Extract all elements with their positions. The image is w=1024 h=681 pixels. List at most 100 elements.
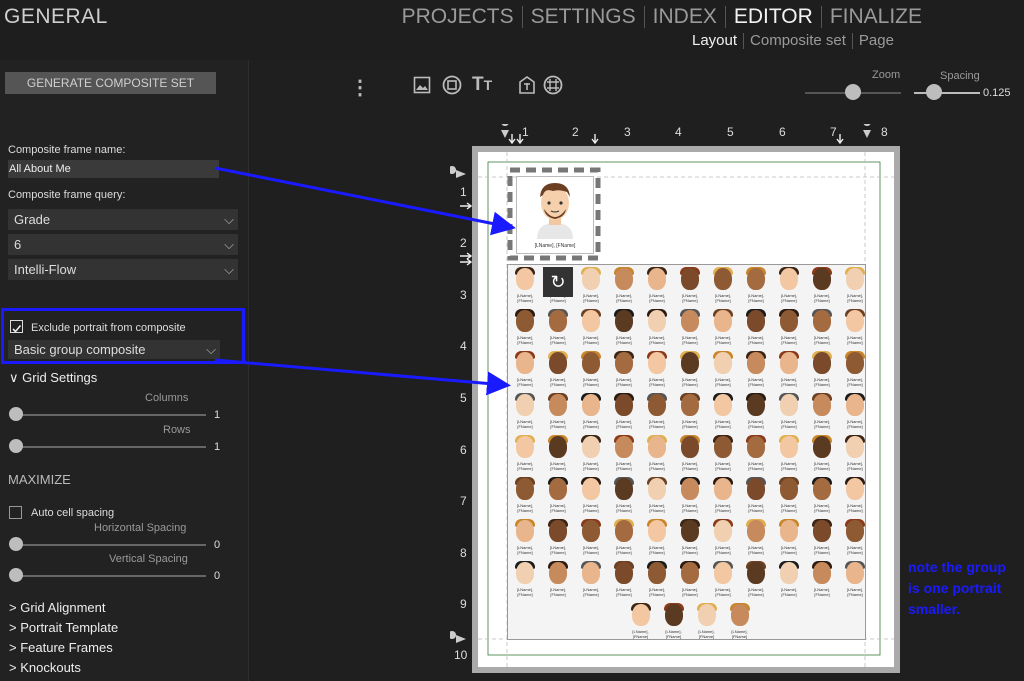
- portrait-cell[interactable]: [LName], [FName]: [840, 477, 870, 513]
- portrait-cell[interactable]: [LName], [FName]: [774, 519, 804, 555]
- portrait-cell[interactable]: [LName], [FName]: [609, 393, 639, 429]
- composite-type-select[interactable]: Basic group composite ⌵: [8, 340, 220, 359]
- subnav-page[interactable]: Page: [855, 32, 898, 49]
- portrait-cell[interactable]: [LName], [FName]: [725, 603, 755, 639]
- knockouts-toggle[interactable]: > Knockouts: [9, 660, 81, 675]
- grade-value-select[interactable]: 6 ⌵: [8, 234, 238, 255]
- portrait-cell[interactable]: [LName], [FName]: [708, 393, 738, 429]
- grade-select[interactable]: Grade ⌵: [8, 209, 238, 230]
- portrait-cell[interactable]: [LName], [FName]: [609, 477, 639, 513]
- portrait-cell[interactable]: [LName], [FName]: [741, 519, 771, 555]
- portrait-cell[interactable]: [LName], [FName]: [642, 351, 672, 387]
- portrait-cell[interactable]: [LName], [FName]: [774, 309, 804, 345]
- portrait-cell[interactable]: [LName], [FName]: [609, 351, 639, 387]
- portrait-cell[interactable]: [LName], [FName]: [840, 519, 870, 555]
- image-icon[interactable]: [413, 76, 431, 94]
- portrait-cell[interactable]: [LName], [FName]: [807, 309, 837, 345]
- portrait-cell[interactable]: [LName], [FName]: [609, 435, 639, 471]
- rows-slider[interactable]: [16, 446, 206, 448]
- portrait-cell[interactable]: [LName], [FName]: [741, 435, 771, 471]
- portrait-cell[interactable]: [LName], [FName]: [576, 267, 606, 303]
- nav-editor[interactable]: EDITOR: [730, 5, 817, 29]
- portrait-cell[interactable]: ↻ [LName], [FName]: [543, 267, 573, 303]
- portrait-cell[interactable]: [LName], [FName]: [708, 351, 738, 387]
- auto-cell-spacing-checkbox[interactable]: [9, 506, 22, 519]
- grid-icon[interactable]: [543, 75, 563, 95]
- portrait-cell[interactable]: [LName], [FName]: [576, 561, 606, 597]
- portrait-cell[interactable]: [LName], [FName]: [543, 393, 573, 429]
- portrait-cell[interactable]: [LName], [FName]: [741, 267, 771, 303]
- portrait-cell[interactable]: [LName], [FName]: [708, 519, 738, 555]
- portrait-cell[interactable]: [LName], [FName]: [675, 267, 705, 303]
- portrait-cell[interactable]: [LName], [FName]: [675, 393, 705, 429]
- portrait-cell[interactable]: [LName], [FName]: [840, 267, 870, 303]
- portrait-cell[interactable]: [LName], [FName]: [642, 519, 672, 555]
- portrait-cell[interactable]: [LName], [FName]: [807, 435, 837, 471]
- portrait-cell[interactable]: [LName], [FName]: [741, 351, 771, 387]
- exclude-portrait-checkbox[interactable]: [10, 320, 23, 333]
- portrait-cell[interactable]: [LName], [FName]: [708, 561, 738, 597]
- portrait-cell[interactable]: [LName], [FName]: [576, 435, 606, 471]
- zoom-slider-knob[interactable]: [845, 84, 861, 100]
- portrait-cell[interactable]: [LName], [FName]: [675, 309, 705, 345]
- portrait-cell[interactable]: [LName], [FName]: [741, 393, 771, 429]
- portrait-cell[interactable]: [LName], [FName]: [510, 519, 540, 555]
- portrait-cell[interactable]: [LName], [FName]: [510, 393, 540, 429]
- portrait-cell[interactable]: [LName], [FName]: [840, 393, 870, 429]
- flow-select[interactable]: Intelli-Flow ⌵: [8, 259, 238, 280]
- portrait-cell[interactable]: [LName], [FName]: [741, 561, 771, 597]
- portrait-cell[interactable]: [LName], [FName]: [807, 519, 837, 555]
- portrait-cell[interactable]: [LName], [FName]: [543, 519, 573, 555]
- portrait-cell[interactable]: [LName], [FName]: [840, 435, 870, 471]
- feature-portrait-frame[interactable]: [LName], [FName]: [507, 167, 601, 261]
- portrait-cell[interactable]: [LName], [FName]: [708, 477, 738, 513]
- portrait-cell[interactable]: [LName], [FName]: [659, 603, 689, 639]
- portrait-cell[interactable]: [LName], [FName]: [675, 561, 705, 597]
- columns-slider[interactable]: [16, 414, 206, 416]
- vertical-spacing-slider[interactable]: [16, 575, 206, 577]
- columns-slider-knob[interactable]: [9, 407, 23, 421]
- portrait-cell[interactable]: [LName], [FName]: [774, 477, 804, 513]
- portrait-cell[interactable]: [LName], [FName]: [774, 351, 804, 387]
- portrait-cell[interactable]: [LName], [FName]: [840, 561, 870, 597]
- portrait-cell[interactable]: [LName], [FName]: [510, 477, 540, 513]
- rows-slider-knob[interactable]: [9, 439, 23, 453]
- horizontal-spacing-slider[interactable]: [16, 544, 206, 546]
- portrait-cell[interactable]: [LName], [FName]: [774, 267, 804, 303]
- portrait-cell[interactable]: [LName], [FName]: [642, 309, 672, 345]
- horizontal-spacing-knob[interactable]: [9, 537, 23, 551]
- portrait-cell[interactable]: [LName], [FName]: [626, 603, 656, 639]
- subnav-layout[interactable]: Layout: [688, 32, 741, 49]
- portrait-cell[interactable]: [LName], [FName]: [510, 351, 540, 387]
- nav-projects[interactable]: PROJECTS: [398, 5, 518, 29]
- portrait-cell[interactable]: [LName], [FName]: [609, 519, 639, 555]
- portrait-cell[interactable]: [LName], [FName]: [543, 309, 573, 345]
- portrait-cell[interactable]: [LName], [FName]: [741, 309, 771, 345]
- portrait-cell[interactable]: [LName], [FName]: [576, 393, 606, 429]
- nav-index[interactable]: INDEX: [649, 5, 721, 29]
- app-title[interactable]: GENERAL: [4, 5, 108, 29]
- portrait-cell[interactable]: [LName], [FName]: [675, 435, 705, 471]
- portrait-cell[interactable]: [LName], [FName]: [675, 351, 705, 387]
- portrait-cell[interactable]: [LName], [FName]: [642, 393, 672, 429]
- portrait-cell[interactable]: [LName], [FName]: [609, 309, 639, 345]
- portrait-cell[interactable]: [LName], [FName]: [807, 351, 837, 387]
- text-icon[interactable]: TT: [472, 74, 492, 96]
- portrait-cell[interactable]: [LName], [FName]: [543, 435, 573, 471]
- portrait-cell[interactable]: [LName], [FName]: [510, 561, 540, 597]
- portrait-cell[interactable]: [LName], [FName]: [708, 309, 738, 345]
- portrait-cell[interactable]: [LName], [FName]: [840, 351, 870, 387]
- vertical-spacing-knob[interactable]: [9, 568, 23, 582]
- spacing-slider-knob[interactable]: [926, 84, 942, 100]
- feature-frames-toggle[interactable]: > Feature Frames: [9, 640, 113, 655]
- portrait-cell[interactable]: [LName], [FName]: [543, 351, 573, 387]
- portrait-cell[interactable]: [LName], [FName]: [708, 267, 738, 303]
- portrait-cell[interactable]: [LName], [FName]: [642, 435, 672, 471]
- more-vertical-icon[interactable]: ⋮: [350, 75, 370, 100]
- portrait-cell[interactable]: [LName], [FName]: [642, 267, 672, 303]
- portrait-cell[interactable]: [LName], [FName]: [609, 267, 639, 303]
- generate-composite-set-button[interactable]: GENERATE COMPOSITE SET: [5, 72, 216, 94]
- portrait-cell[interactable]: [LName], [FName]: [692, 603, 722, 639]
- portrait-cell[interactable]: [LName], [FName]: [576, 309, 606, 345]
- portrait-cell[interactable]: [LName], [FName]: [840, 309, 870, 345]
